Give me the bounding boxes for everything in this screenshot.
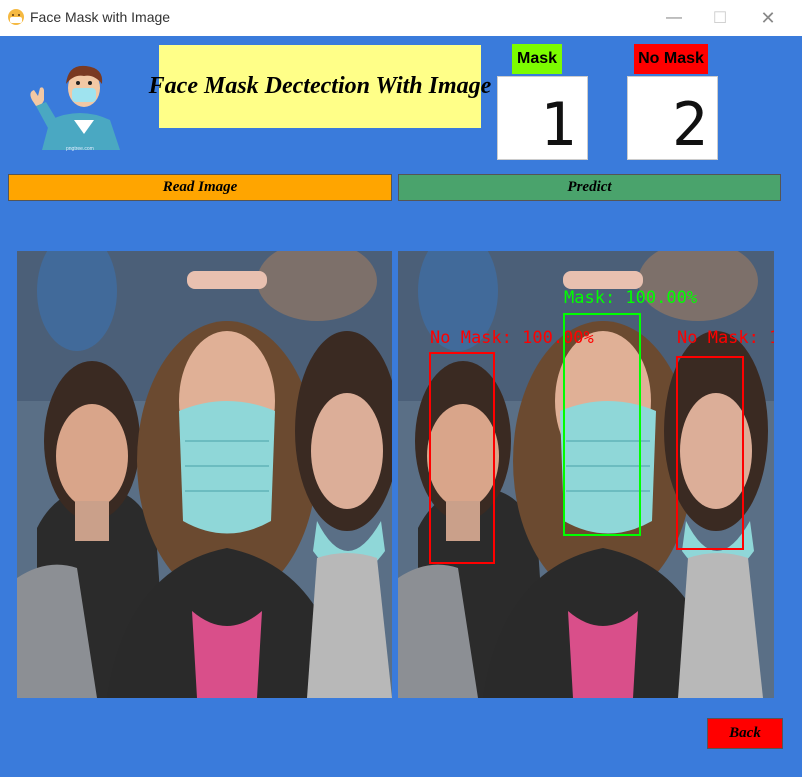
input-image (17, 251, 392, 698)
mask-count-label: Mask (512, 44, 562, 74)
window-titlebar: Face Mask with Image — ☐ ✕ (0, 0, 802, 36)
logo-caption: pngtree.com (66, 146, 94, 152)
person-with-face-mask-icon: pngtree.com (22, 62, 132, 154)
close-button[interactable]: ✕ (745, 0, 791, 36)
mask-count-lcd: 1 (540, 90, 576, 159)
no-mask-count-value: 2 (672, 90, 708, 159)
window-title: Face Mask with Image (30, 9, 171, 25)
predicted-image: No Mask: 100.00% Mask: 100.00% No Mask: … (398, 251, 774, 698)
mask-count-display: 1 (497, 76, 588, 160)
predict-button[interactable]: Predict (398, 174, 781, 201)
no-mask-count-label: No Mask (634, 44, 708, 74)
no-mask-count-lcd: 2 (672, 90, 708, 159)
detection-label-no-mask-1: No Mask: 100.00% (430, 328, 594, 348)
detection-label-mask: Mask: 100.00% (564, 288, 697, 308)
face-mask-app-icon (8, 9, 24, 25)
maximize-button[interactable]: ☐ (697, 0, 743, 36)
mask-count-value: 1 (540, 90, 576, 159)
no-mask-count-display: 2 (627, 76, 718, 160)
read-image-button[interactable]: Read Image (8, 174, 392, 201)
back-button[interactable]: Back (707, 718, 783, 749)
page-title-box: Face Mask Dectection With Image (149, 45, 491, 128)
detection-label-no-mask-2: No Mask: 100 (677, 328, 774, 348)
page-title: Face Mask Dectection With Image (148, 73, 492, 99)
minimize-button[interactable]: — (651, 0, 697, 36)
